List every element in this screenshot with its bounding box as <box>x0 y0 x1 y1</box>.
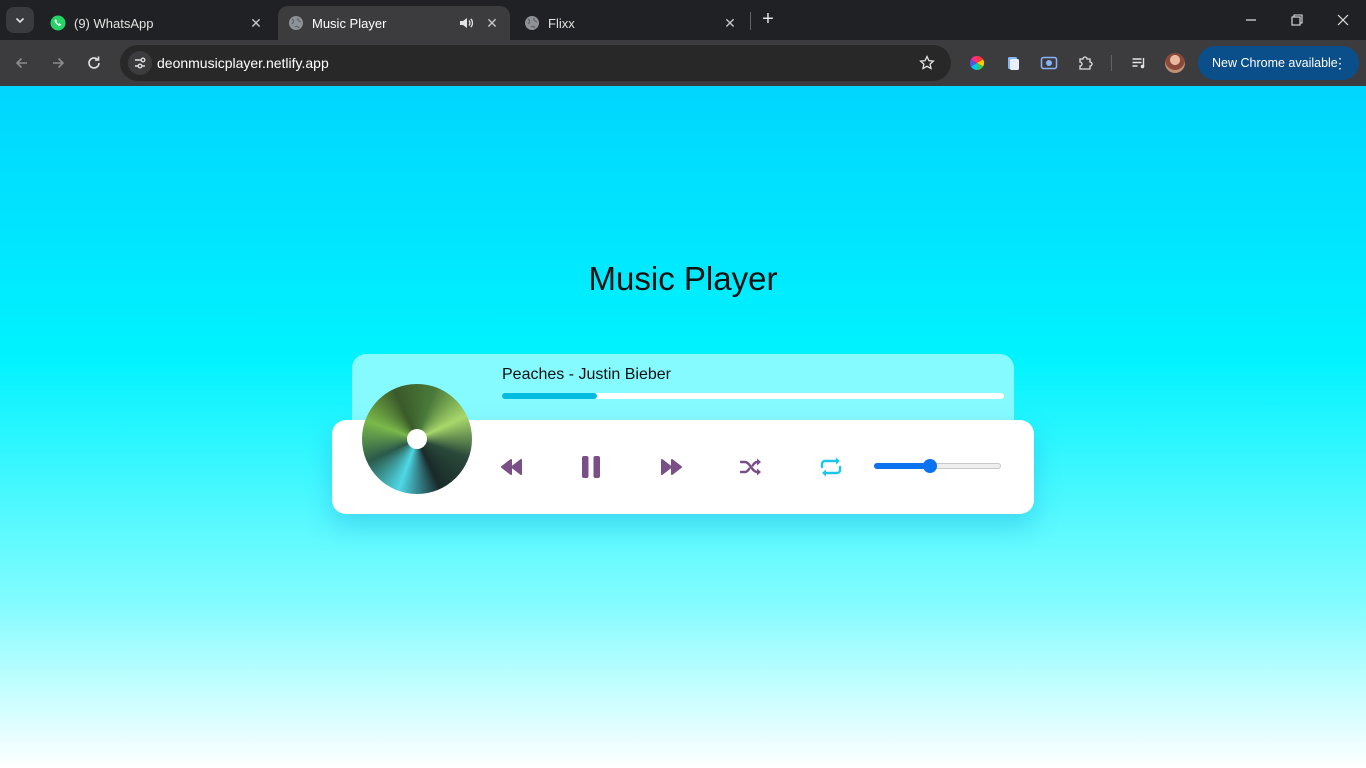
color-wheel-icon <box>969 55 985 71</box>
volume-slider[interactable] <box>874 459 1002 473</box>
progress-bar[interactable] <box>502 393 1004 399</box>
chrome-update-button[interactable]: New Chrome available ⋮ <box>1198 46 1359 80</box>
restore-icon <box>1291 14 1303 26</box>
shuffle-button[interactable] <box>737 454 765 480</box>
tab-search-button[interactable] <box>6 7 34 33</box>
profile-avatar[interactable] <box>1165 53 1185 73</box>
back-button[interactable] <box>8 49 36 77</box>
site-info-button[interactable] <box>128 51 152 75</box>
puzzle-icon <box>1079 56 1093 70</box>
restore-button[interactable] <box>1274 0 1320 40</box>
page-title: Music Player <box>588 260 778 297</box>
bookmark-button[interactable] <box>917 53 937 73</box>
reload-button[interactable] <box>80 49 108 77</box>
star-icon <box>919 55 935 70</box>
globe-icon <box>525 16 539 30</box>
camera-icon <box>1040 56 1058 70</box>
tab-title: Music Player <box>312 15 387 31</box>
previous-button[interactable] <box>498 454 526 480</box>
extensions-button[interactable] <box>1075 53 1095 73</box>
chevron-down-icon <box>15 17 25 24</box>
tab-divider <box>750 12 751 30</box>
screen-capture-extension-button[interactable] <box>1039 53 1059 73</box>
forward-button[interactable] <box>44 49 72 77</box>
tab-close-button[interactable]: ✕ <box>248 15 264 31</box>
reload-icon <box>88 56 100 69</box>
repeat-icon <box>820 457 842 477</box>
volume-fill <box>874 463 931 469</box>
speaker-icon[interactable] <box>458 15 474 31</box>
docs-extension-button[interactable] <box>1003 53 1023 73</box>
minimize-icon <box>1246 19 1256 21</box>
progress-fill <box>502 393 598 399</box>
minimize-button[interactable] <box>1228 0 1274 40</box>
shuffle-icon <box>739 458 761 476</box>
address-bar[interactable]: deonmusicplayer.netlify.app <box>120 45 951 81</box>
close-icon <box>1337 14 1349 26</box>
document-icon <box>1008 57 1019 70</box>
color-extension-button[interactable] <box>967 53 987 73</box>
pause-button[interactable] <box>577 454 605 480</box>
volume-thumb[interactable] <box>923 459 938 473</box>
pause-icon <box>582 456 600 478</box>
browser-toolbar: deonmusicplayer.netlify.app New Chrome a… <box>0 40 1366 86</box>
update-label: New Chrome available <box>1212 56 1338 70</box>
tab-whatsapp[interactable]: (9) WhatsApp ✕ <box>40 6 274 40</box>
playlist-icon <box>1132 58 1145 69</box>
disc-hole <box>407 429 427 449</box>
tab-title: Flixx <box>548 15 575 31</box>
tab-flixx[interactable]: Flixx ✕ <box>514 6 748 40</box>
tab-close-button[interactable]: ✕ <box>722 15 738 31</box>
forward-icon <box>661 459 682 475</box>
controls-card <box>332 384 1034 514</box>
tab-strip: (9) WhatsApp ✕ Music Player ✕ Flixx ✕ + <box>0 0 1366 40</box>
tab-close-button[interactable]: ✕ <box>484 15 500 31</box>
tab-music-player[interactable]: Music Player ✕ <box>278 6 510 40</box>
close-window-button[interactable] <box>1320 0 1366 40</box>
globe-icon <box>289 16 303 30</box>
new-tab-button[interactable]: + <box>758 9 778 30</box>
next-button[interactable] <box>657 454 685 480</box>
toolbar-divider <box>1111 55 1112 71</box>
more-vert-icon[interactable]: ⋮ <box>1333 54 1347 72</box>
arrow-left-icon <box>15 57 27 69</box>
page-body: Music Player Peaches - Justin Bieber <box>0 86 1366 768</box>
song-title: Peaches - Justin Bieber <box>502 366 671 383</box>
repeat-button[interactable] <box>817 454 845 480</box>
album-art <box>362 384 472 494</box>
backward-icon <box>501 459 522 475</box>
media-controls-button[interactable] <box>1129 53 1149 73</box>
url-text: deonmusicplayer.netlify.app <box>157 55 329 71</box>
tune-icon <box>135 57 146 69</box>
arrow-right-icon <box>53 57 65 69</box>
whatsapp-icon <box>50 15 66 31</box>
tab-title: (9) WhatsApp <box>74 15 154 31</box>
